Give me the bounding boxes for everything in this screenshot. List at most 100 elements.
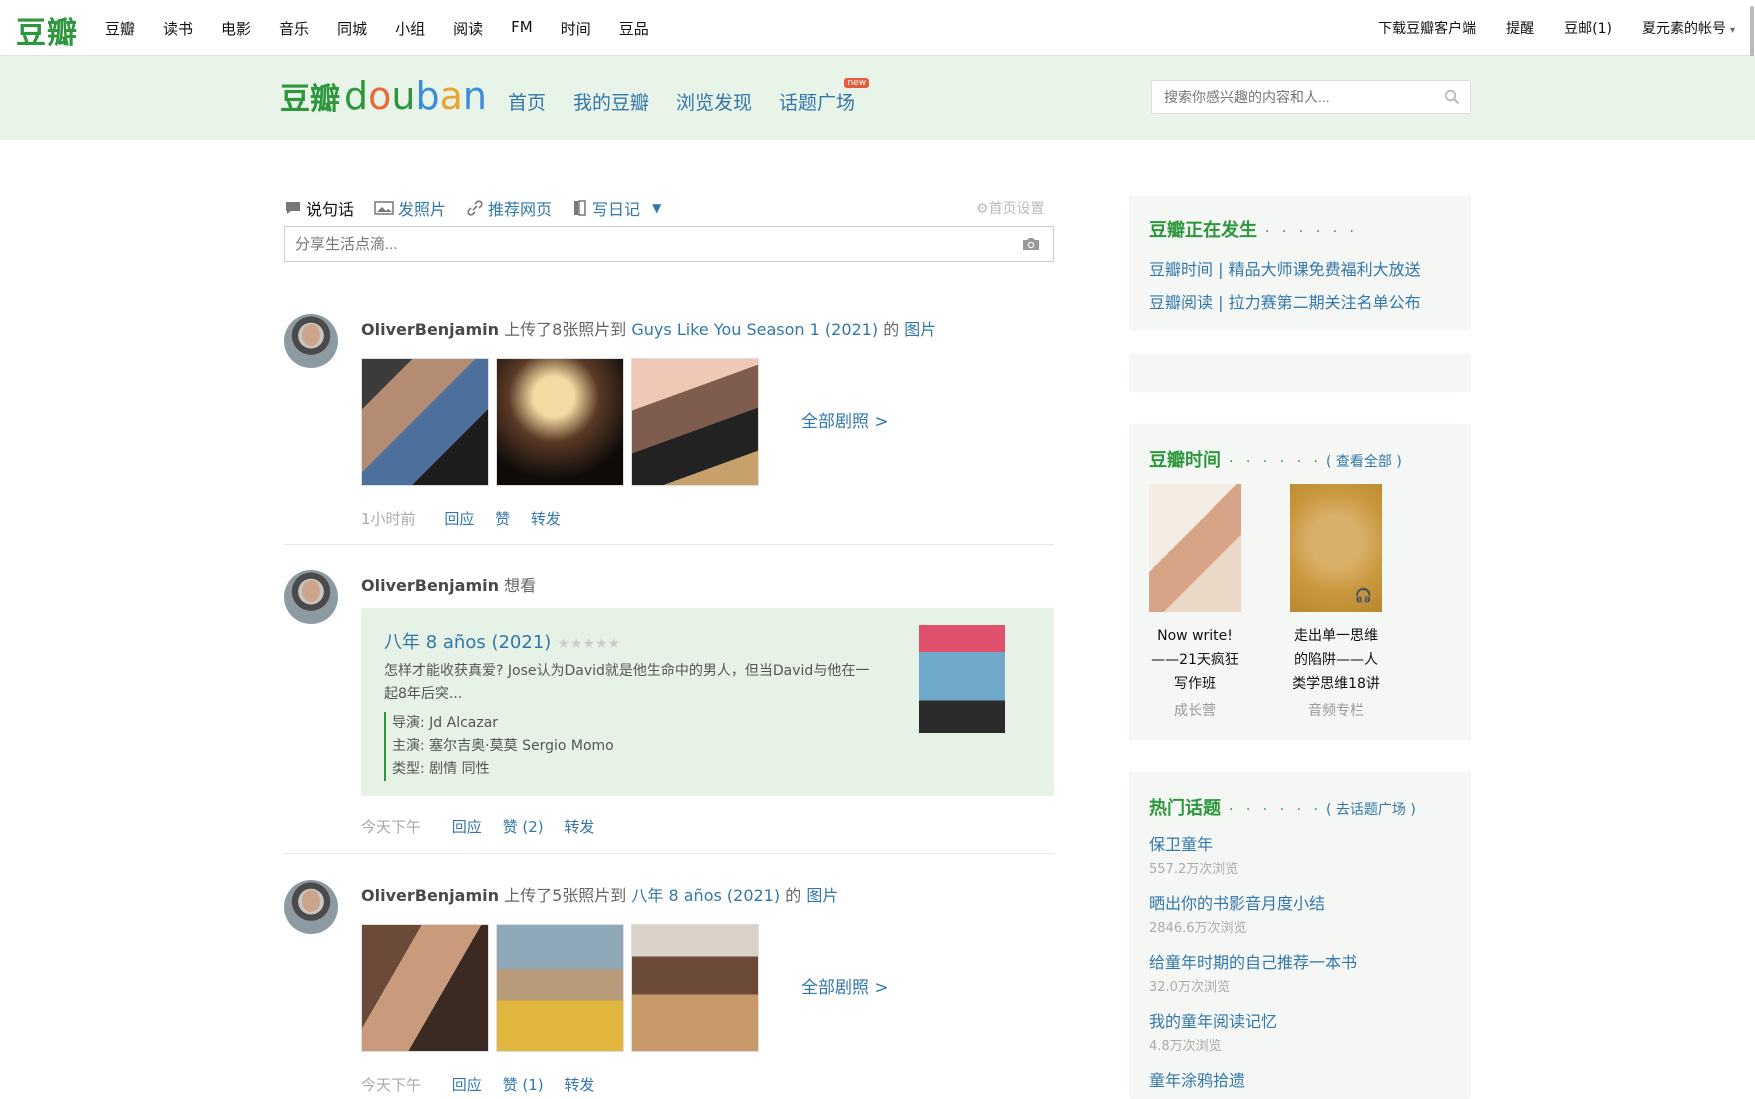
hot-topics-title: 热门话题 · · · · · ·( 去话题广场 )	[1149, 794, 1416, 820]
topic-views: 557.2万次浏览	[1149, 862, 1239, 877]
mail-link[interactable]: 豆邮(1)	[1564, 18, 1612, 38]
movie-title-link[interactable]: 八年 8 años (2021)	[384, 632, 551, 653]
account-menu[interactable]: 夏元素的帐号 ▾	[1642, 18, 1735, 38]
photo-thumbnail[interactable]	[361, 358, 489, 486]
view-all-link[interactable]: ( 查看全部 )	[1326, 454, 1402, 470]
photo-strip	[361, 358, 766, 486]
user-link[interactable]: OliverBenjamin	[361, 320, 499, 339]
view-all-stills-link[interactable]: 全部剧照 >	[801, 407, 889, 432]
view-all-stills-link[interactable]: 全部剧照 >	[801, 973, 889, 998]
global-nav-time[interactable]: 时间	[561, 18, 591, 39]
photos-link[interactable]: 图片	[904, 320, 936, 339]
douban-time-title: 豆瓣时间 · · · · · ·( 查看全部 )	[1149, 446, 1402, 472]
photo-thumbnail[interactable]	[631, 924, 759, 1052]
douban-logo[interactable]: 豆瓣 douban	[280, 74, 487, 118]
tab-diary[interactable]: 写日记 ▼	[572, 196, 661, 220]
reshare-button[interactable]: 转发	[564, 818, 594, 836]
photo-thumbnail[interactable]	[631, 358, 759, 486]
course-card[interactable]: 🎧 走出单一思维 的陷阱——人 类学思维18讲 音频专栏	[1290, 484, 1382, 720]
page-scrollbar[interactable]	[1747, 0, 1755, 1099]
feed-item: OliverBenjamin 上传了8张照片到 Guys Like You Se…	[284, 314, 1054, 534]
nav-explore[interactable]: 浏览发现	[676, 88, 752, 115]
tab-link-label: 推荐网页	[488, 200, 553, 219]
gear-icon: ⚙	[976, 201, 989, 217]
status-input[interactable]	[285, 227, 985, 261]
title-dots: · · · · · ·	[1229, 802, 1322, 818]
search-icon[interactable]	[1444, 89, 1460, 109]
global-nav-groups[interactable]: 小组	[395, 18, 425, 39]
subject-link[interactable]: 八年 8 años (2021)	[631, 886, 780, 905]
title-dots: · · · · · ·	[1229, 454, 1322, 470]
global-nav-douban[interactable]: 豆瓣	[105, 18, 135, 39]
photo-thumbnail[interactable]	[496, 924, 624, 1052]
camera-icon[interactable]	[1021, 236, 1041, 256]
photo-thumbnail[interactable]	[496, 358, 624, 486]
reshare-button[interactable]: 转发	[564, 1076, 594, 1094]
activity-verb: 上传了8张照片到	[504, 320, 627, 339]
activity-verb: 上传了5张照片到	[504, 886, 627, 905]
course-name[interactable]: 走出单一思维 的陷阱——人 类学思维18讲	[1290, 624, 1382, 696]
nav-topics[interactable]: 话题广场 new	[779, 78, 882, 115]
photos-link[interactable]: 图片	[806, 886, 838, 905]
home-settings-link[interactable]: ⚙首页设置	[976, 198, 1045, 218]
happening-title: 豆瓣正在发生 · · · · · ·	[1149, 216, 1358, 242]
global-nav-movies[interactable]: 电影	[221, 18, 251, 39]
reply-button[interactable]: 回应	[452, 818, 482, 836]
movie-card: 八年 8 años (2021) ★★★★★ 怎样才能收获真爱? Jose认为Da…	[361, 608, 1054, 796]
topic-link[interactable]: 童年涂鸦拾遗	[1149, 1067, 1245, 1091]
notifications-link[interactable]: 提醒	[1506, 18, 1534, 38]
douban-time-panel: 豆瓣时间 · · · · · ·( 查看全部 ) Now write! ——21天…	[1129, 424, 1471, 740]
download-app-link[interactable]: 下载豆瓣客户端	[1378, 18, 1476, 38]
movie-poster[interactable]	[919, 625, 1005, 733]
tab-link[interactable]: 推荐网页	[466, 196, 552, 220]
tab-say[interactable]: 说句话	[284, 196, 354, 220]
global-user-menu: 下载豆瓣客户端 提醒 豆邮(1) 夏元素的帐号 ▾	[1348, 18, 1735, 38]
topic-link[interactable]: 保卫童年	[1149, 831, 1213, 855]
global-nav-fm[interactable]: FM	[511, 18, 533, 39]
hot-topics-panel: 热门话题 · · · · · ·( 去话题广场 ) 保卫童年 557.2万次浏览 …	[1129, 772, 1471, 1099]
caret-down-icon[interactable]: ▼	[652, 201, 661, 215]
user-link[interactable]: OliverBenjamin	[361, 576, 499, 595]
nav-home[interactable]: 首页	[508, 88, 546, 115]
course-cover[interactable]	[1149, 484, 1241, 612]
search-input[interactable]	[1152, 81, 1422, 113]
topic-link[interactable]: 我的童年阅读记忆	[1149, 1008, 1277, 1032]
photo-thumbnail[interactable]	[361, 924, 489, 1052]
course-name[interactable]: Now write! ——21天疯狂 写作班	[1149, 624, 1241, 696]
reshare-button[interactable]: 转发	[531, 510, 561, 528]
douban-brand-logo[interactable]: 豆瓣	[16, 8, 78, 52]
happening-link[interactable]: 豆瓣阅读 | 拉力赛第二期关注名单公布	[1149, 289, 1421, 313]
global-nav-read[interactable]: 阅读	[453, 18, 483, 39]
topic-link[interactable]: 晒出你的书影音月度小结	[1149, 890, 1325, 914]
global-nav-market[interactable]: 豆品	[619, 18, 649, 39]
link-icon	[467, 200, 483, 216]
activity-meta: 今天下午 回应 赞 (2) 转发	[361, 816, 594, 837]
avatar[interactable]	[284, 570, 338, 624]
user-link[interactable]: OliverBenjamin	[361, 886, 499, 905]
topic-link[interactable]: 给童年时期的自己推荐一本书	[1149, 949, 1357, 973]
movie-genre: 类型: 剧情 同性	[392, 761, 490, 777]
course-cover[interactable]: 🎧	[1290, 484, 1382, 612]
tab-photo[interactable]: 发照片	[374, 196, 446, 220]
like-button[interactable]: 赞 (1)	[503, 1076, 544, 1094]
avatar[interactable]	[284, 880, 338, 934]
subject-link[interactable]: Guys Like You Season 1 (2021)	[631, 320, 878, 339]
topic-square-link[interactable]: ( 去话题广场 )	[1326, 802, 1416, 818]
global-nav-local[interactable]: 同城	[337, 18, 367, 39]
movie-title-row: 八年 8 años (2021) ★★★★★	[384, 628, 620, 654]
activity-line: OliverBenjamin 想看	[361, 572, 536, 596]
like-button[interactable]: 赞 (2)	[503, 818, 544, 836]
timestamp: 今天下午	[361, 1076, 422, 1094]
avatar[interactable]	[284, 314, 338, 368]
nav-my-douban[interactable]: 我的豆瓣	[573, 88, 649, 115]
happening-link[interactable]: 豆瓣时间 | 精品大师课免费福利大放送	[1149, 256, 1421, 280]
like-button[interactable]: 赞	[495, 510, 510, 528]
global-nav-books[interactable]: 读书	[163, 18, 193, 39]
reply-button[interactable]: 回应	[452, 1076, 482, 1094]
global-nav-music[interactable]: 音乐	[279, 18, 309, 39]
logo-cn: 豆瓣	[280, 82, 340, 117]
reply-button[interactable]: 回应	[444, 510, 474, 528]
course-name-line: ——21天疯狂	[1151, 652, 1239, 668]
course-card[interactable]: Now write! ——21天疯狂 写作班 成长营	[1149, 484, 1241, 720]
feed-divider	[284, 544, 1054, 545]
